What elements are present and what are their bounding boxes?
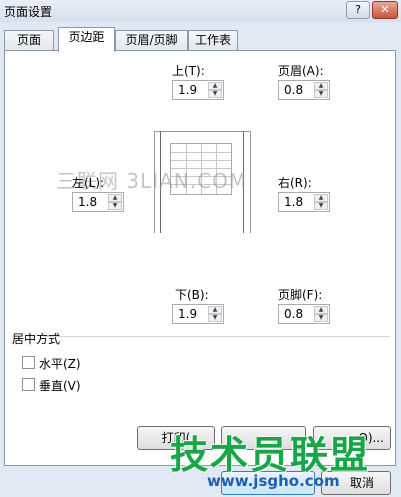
left-margin-value: 1.8: [78, 195, 98, 209]
dialog-title: 页面设置: [4, 5, 53, 19]
right-margin-label: 右(R):: [278, 176, 312, 190]
tab-header-footer[interactable]: 页眉/页脚: [115, 30, 188, 51]
top-margin-spinner[interactable]: 1.9 ▲ ▼: [172, 80, 224, 100]
spin-down-icon[interactable]: ▼: [314, 202, 328, 210]
close-button[interactable]: ✕: [372, 1, 398, 19]
spin-down-icon[interactable]: ▼: [208, 90, 222, 98]
spin-up-icon[interactable]: ▲: [314, 82, 328, 90]
footer-margin-value: 0.8: [284, 307, 304, 321]
spin-up-icon[interactable]: ▲: [108, 194, 122, 202]
margins-panel: [4, 50, 396, 466]
left-margin-spinner[interactable]: 1.8 ▲ ▼: [72, 192, 124, 212]
tab-sheet[interactable]: 工作表: [188, 30, 238, 51]
horizontal-label[interactable]: 水平(Z): [39, 355, 81, 372]
header-margin-spinner[interactable]: 0.8 ▲ ▼: [278, 80, 330, 100]
horizontal-checkbox[interactable]: [22, 356, 35, 369]
vertical-checkbox[interactable]: [22, 378, 35, 391]
spin-up-icon[interactable]: ▲: [208, 82, 222, 90]
right-margin-spinner[interactable]: 1.8 ▲ ▼: [278, 192, 330, 212]
vertical-label[interactable]: 垂直(V): [39, 377, 81, 394]
footer-margin-spinner[interactable]: 0.8 ▲ ▼: [278, 304, 330, 324]
title-bar: 页面设置 ? ✕: [0, 0, 401, 22]
top-margin-label: 上(T):: [172, 64, 205, 78]
group-separator: [45, 336, 390, 337]
help-button[interactable]: ?: [346, 1, 370, 19]
center-group-label: 居中方式: [12, 332, 61, 346]
header-margin-value: 0.8: [284, 83, 304, 97]
tab-margins[interactable]: 页边距: [58, 27, 115, 52]
spin-down-icon[interactable]: ▼: [314, 314, 328, 322]
spin-down-icon[interactable]: ▼: [108, 202, 122, 210]
top-margin-value: 1.9: [178, 83, 198, 97]
spin-up-icon[interactable]: ▲: [208, 306, 222, 314]
bottom-margin-spinner[interactable]: 1.9 ▲ ▼: [172, 304, 224, 324]
bottom-margin-value: 1.9: [178, 307, 198, 321]
footer-margin-label: 页脚(F):: [278, 288, 323, 302]
left-margin-label: 左(L):: [72, 176, 105, 190]
spin-up-icon[interactable]: ▲: [314, 194, 328, 202]
watermark-brand: 技术员联盟: [170, 433, 371, 477]
right-margin-value: 1.8: [284, 195, 304, 209]
spin-up-icon[interactable]: ▲: [314, 306, 328, 314]
bottom-margin-label: 下(B):: [175, 288, 209, 302]
watermark-url: www.jsgho.com: [207, 472, 340, 490]
spin-down-icon[interactable]: ▼: [314, 90, 328, 98]
tab-page[interactable]: 页面: [4, 30, 54, 51]
header-margin-label: 页眉(A):: [278, 64, 324, 78]
spin-down-icon[interactable]: ▼: [208, 314, 222, 322]
